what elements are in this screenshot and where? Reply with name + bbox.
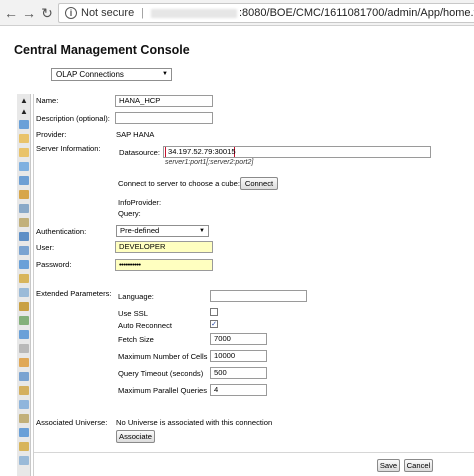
report-icon[interactable] — [19, 176, 29, 185]
olap-icon[interactable] — [19, 260, 29, 269]
browser-toolbar: ← → ↻ i Not secure | :8080/BOE/CMC/16110… — [0, 0, 474, 26]
document-icon[interactable] — [19, 162, 29, 171]
datasource-input[interactable]: 34.197.52.79:30015 — [163, 146, 431, 158]
url-text: :8080/BOE/CMC/1611081700/admin/App/home.… — [239, 7, 474, 19]
arrow-left-icon[interactable]: ← — [3, 5, 19, 21]
universe-icon[interactable] — [19, 218, 29, 227]
cryptography-icon[interactable] — [19, 400, 29, 409]
arrow-right-icon[interactable]: → — [21, 5, 37, 21]
use-ssl-checkbox[interactable] — [210, 308, 218, 316]
user-input[interactable]: DEVELOPER — [115, 241, 213, 253]
audit-icon[interactable] — [19, 372, 29, 381]
promotion-icon[interactable] — [19, 428, 29, 437]
password-label: Password: — [36, 260, 72, 269]
reload-icon[interactable]: ↻ — [39, 5, 55, 21]
instances-icon[interactable] — [19, 386, 29, 395]
provider-label: Provider: — [36, 130, 67, 139]
max-parallel-label: Maximum Parallel Queries — [118, 386, 208, 395]
scroll-up-icon[interactable]: ▲ — [18, 107, 30, 117]
extended-params-label: Extended Parameters: — [36, 289, 112, 298]
password-input[interactable]: •••••••••• — [115, 259, 213, 271]
auto-reconnect-checkbox[interactable]: ✓ — [210, 320, 218, 328]
language-input[interactable] — [210, 290, 307, 302]
federation-icon[interactable] — [19, 414, 29, 423]
info-icon[interactable]: i — [65, 7, 77, 19]
associated-universe-label: Associated Universe: — [36, 418, 108, 427]
datasource-value: 34.197.52.79:30015 — [165, 147, 236, 157]
max-cells-input[interactable]: 10000 — [210, 350, 267, 362]
datasource-hint: server1:port1[;server2:port2] — [165, 159, 254, 166]
dropdown-arrow-icon: ▼ — [162, 71, 168, 77]
server-icon[interactable] — [19, 246, 29, 255]
server-info-label: Server Information: — [36, 144, 101, 153]
query-timeout-label: Query Timeout (seconds) — [118, 369, 204, 378]
users-icon[interactable] — [19, 204, 29, 213]
max-cells-label: Maximum Number of Cells — [118, 352, 208, 361]
datasource-label: Datasource: — [119, 148, 160, 157]
address-bar[interactable]: i Not secure | :8080/BOE/CMC/1611081700/… — [58, 3, 474, 23]
folder-icon[interactable] — [19, 148, 29, 157]
associated-universe-value: No Universe is associated with this conn… — [116, 418, 273, 427]
version-icon[interactable] — [19, 456, 29, 465]
footer-divider — [34, 452, 474, 453]
upgrade-icon[interactable] — [19, 442, 29, 451]
blurred-host — [151, 9, 237, 18]
category-icon-strip: ▲ ▲ — [17, 94, 31, 476]
folder-icon[interactable] — [19, 134, 29, 143]
auto-reconnect-label: Auto Reconnect — [118, 321, 173, 330]
settings-icon[interactable] — [19, 316, 29, 325]
view-select[interactable]: OLAP Connections ▼ — [51, 68, 172, 81]
monitor-icon[interactable] — [19, 288, 29, 297]
calendar-icon[interactable] — [19, 274, 29, 283]
connect-prompt: Connect to server to choose a cube: — [118, 179, 240, 188]
connect-button[interactable]: Connect — [240, 177, 278, 190]
fetch-size-input[interactable]: 7000 — [210, 333, 267, 345]
connection-icon[interactable] — [19, 232, 29, 241]
category-icon[interactable] — [19, 190, 29, 199]
event-icon[interactable] — [19, 302, 29, 311]
query-timeout-input[interactable]: 500 — [210, 367, 267, 379]
view-select-value: OLAP Connections — [56, 70, 124, 79]
dropdown-arrow-icon: ▼ — [199, 228, 205, 234]
use-ssl-label: Use SSL — [118, 309, 148, 318]
user-label: User: — [36, 243, 55, 252]
name-label: Name: — [36, 96, 59, 105]
authentication-select[interactable]: Pre-defined ▼ — [116, 225, 209, 237]
fetch-size-label: Fetch Size — [118, 335, 154, 344]
save-button[interactable]: Save — [377, 459, 400, 472]
description-input[interactable] — [115, 112, 213, 124]
query-label: Query: — [118, 209, 141, 218]
scroll-top-icon[interactable]: ▲ — [18, 96, 30, 106]
infoprovider-label: InfoProvider: — [118, 198, 162, 207]
name-input[interactable]: HANA_HCP — [115, 95, 213, 107]
authentication-label: Authentication: — [36, 227, 87, 236]
authentication-value: Pre-defined — [120, 226, 160, 235]
max-parallel-input[interactable]: 4 — [210, 384, 267, 396]
associate-button[interactable]: Associate — [116, 430, 155, 443]
license-icon[interactable] — [19, 330, 29, 339]
provider-value: SAP HANA — [116, 130, 155, 139]
page-title: Central Management Console — [14, 43, 190, 57]
security-status: Not secure — [81, 7, 135, 19]
cancel-button[interactable]: Cancel — [404, 459, 433, 472]
auth-icon[interactable] — [19, 344, 29, 353]
home-icon[interactable] — [19, 120, 29, 129]
description-label: Description (optional): — [36, 114, 110, 123]
applications-icon[interactable] — [19, 358, 29, 367]
language-label: Language: — [118, 292, 154, 301]
